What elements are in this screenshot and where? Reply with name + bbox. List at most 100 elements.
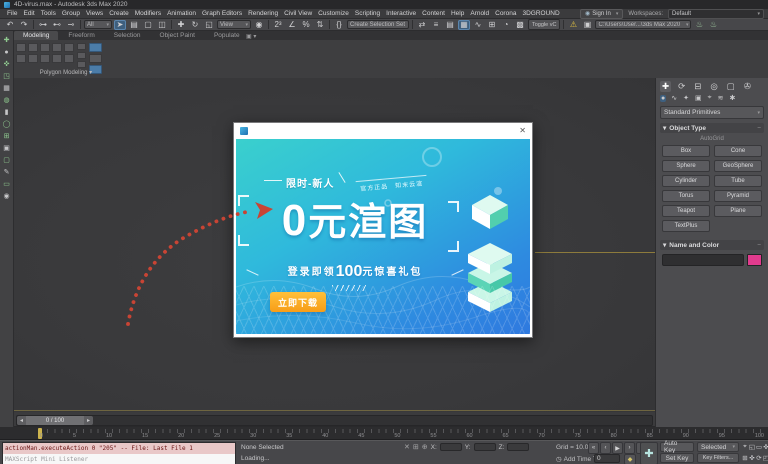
ribbon-button[interactable]	[28, 54, 38, 63]
create-selection-set-input[interactable]: Create Selection Set	[347, 20, 409, 29]
left-toolbar-icon[interactable]: ◉	[3, 192, 9, 201]
left-toolbar-icon[interactable]: ◍	[3, 96, 9, 105]
curve-editor-icon[interactable]: ∿	[472, 20, 484, 30]
command-panel-tab[interactable]: ◎	[708, 81, 719, 92]
viewport-nav-icon[interactable]: ✜	[749, 453, 755, 463]
left-toolbar-icon[interactable]: ▢	[3, 156, 10, 165]
command-panel-tab[interactable]: ⟳	[676, 81, 687, 92]
command-panel-tab[interactable]: ▢	[725, 81, 737, 92]
viewport-nav-icon[interactable]: ◱	[749, 442, 755, 452]
primitive-button[interactable]: TextPlus	[662, 220, 710, 232]
ribbon-button[interactable]	[89, 54, 102, 63]
menu-item[interactable]: Animation	[164, 9, 199, 18]
ribbon-tab[interactable]: Selection	[105, 31, 150, 40]
sign-in-button[interactable]: ◉ Sign In ▾	[580, 9, 623, 19]
ribbon-button[interactable]	[40, 54, 50, 63]
create-category-icon[interactable]: ✱	[728, 94, 736, 102]
left-toolbar-icon[interactable]: ◯	[3, 120, 11, 129]
warning-icon[interactable]: ⚠	[567, 20, 579, 30]
left-toolbar-icon[interactable]: ✎	[4, 168, 10, 177]
menu-item[interactable]: Create	[106, 9, 132, 18]
left-toolbar-icon[interactable]: ▮	[5, 108, 9, 117]
left-toolbar-icon[interactable]: ✜	[4, 60, 10, 69]
angle-snap-icon[interactable]: ∠	[286, 20, 298, 30]
add-key-button[interactable]: ✚	[640, 442, 658, 464]
ribbon-button[interactable]	[52, 43, 62, 52]
primitive-button[interactable]: Plane	[714, 205, 762, 217]
key-mode-icon[interactable]: ◆	[624, 454, 636, 464]
selection-lock-icon[interactable]: ✕	[404, 443, 410, 451]
playback-button[interactable]: «	[588, 442, 599, 454]
polygon-modeling-label[interactable]: Polygon Modeling ▾	[14, 69, 118, 76]
redo-icon[interactable]: ↷	[18, 20, 30, 30]
schematic-view-icon[interactable]: ⊞	[486, 20, 498, 30]
toggle-vc-button[interactable]: Toggle vC	[528, 19, 560, 30]
menu-item[interactable]: File	[4, 9, 20, 18]
primitive-button[interactable]: Cylinder	[662, 175, 710, 187]
project-folder-dropdown[interactable]: C:\Users\User...\3ds Max 2020 ▾	[595, 20, 691, 29]
snaps-toggle-icon[interactable]: 2³	[272, 20, 284, 30]
undo-icon[interactable]: ↶	[4, 20, 16, 30]
maxscript-mini-listener[interactable]: actionMan.executeAction 0 "205" -- File:…	[2, 442, 236, 464]
left-toolbar-icon[interactable]: ◳	[3, 72, 10, 81]
primitive-button[interactable]: Torus	[662, 190, 710, 202]
key-filters-button[interactable]: Key Filters...	[697, 453, 739, 463]
mirror-icon[interactable]: ⇄	[416, 20, 428, 30]
playback-button[interactable]: ‹	[600, 442, 611, 454]
render-iterative-icon[interactable]: ♨	[707, 20, 719, 30]
render-production-icon[interactable]: ♨	[693, 20, 705, 30]
primitive-button[interactable]: Tube	[714, 175, 762, 187]
left-toolbar-icon[interactable]: ✚	[4, 36, 10, 45]
create-category-icon[interactable]: ∿	[670, 94, 678, 102]
absolute-mode-icon[interactable]: ⊕	[422, 443, 428, 451]
menu-item[interactable]: 3DGROUND	[519, 9, 562, 18]
menu-item[interactable]: Corona	[492, 9, 519, 18]
use-pivot-point-icon[interactable]: ◉	[253, 20, 265, 30]
viewport-nav-icon[interactable]: ⌖	[742, 442, 748, 452]
primitives-dropdown[interactable]: Standard Primitives ▾	[660, 106, 764, 119]
viewport-nav-icon[interactable]: ⊞	[742, 453, 748, 463]
menu-item[interactable]: Graph Editors	[199, 9, 245, 18]
viewport-nav-icon[interactable]: ✜	[763, 442, 768, 452]
create-category-icon[interactable]: ≋	[717, 94, 725, 102]
ribbon-button[interactable]	[52, 54, 62, 63]
key-selection-dropdown[interactable]: Selected ▾	[697, 442, 739, 452]
ribbon-button[interactable]	[16, 54, 26, 63]
left-toolbar-icon[interactable]: ▣	[3, 144, 10, 153]
rendered-frame-window-icon[interactable]: ▣	[581, 20, 593, 30]
menu-item[interactable]: Modifiers	[132, 9, 164, 18]
viewport-nav-icon[interactable]: ⟳	[756, 453, 762, 463]
ribbon-tab[interactable]: Freeform	[59, 31, 103, 40]
time-slider-handle[interactable]: 0 / 100	[26, 416, 84, 425]
previous-frame-button[interactable]: ◂	[17, 416, 26, 425]
material-editor-icon[interactable]: ◔	[500, 20, 512, 30]
menu-item[interactable]: Group	[59, 9, 83, 18]
create-category-icon[interactable]: ⌖	[707, 94, 713, 102]
select-by-name-icon[interactable]: ▤	[128, 20, 140, 30]
command-panel-tab[interactable]: ✇	[742, 81, 753, 92]
menu-item[interactable]: Arnold	[467, 9, 492, 18]
menu-item[interactable]: Customize	[315, 9, 352, 18]
ribbon-config-icon[interactable]: ▣ ▾	[246, 33, 256, 40]
y-coordinate-field[interactable]	[474, 443, 496, 451]
layer-explorer-icon[interactable]: ▤	[444, 20, 456, 30]
unlink-selection-icon[interactable]: ⊷	[51, 20, 63, 30]
menu-item[interactable]: Rendering	[245, 9, 281, 18]
primitive-button[interactable]: Cone	[714, 145, 762, 157]
primitive-button[interactable]: GeoSphere	[714, 160, 762, 172]
create-category-icon[interactable]: ✦	[682, 94, 690, 102]
playback-button[interactable]: ›	[624, 442, 635, 454]
select-and-scale-icon[interactable]: ◱	[203, 20, 215, 30]
menu-item[interactable]: Civil View	[281, 9, 315, 18]
command-panel-tab[interactable]: ⊟	[692, 81, 703, 92]
track-bar[interactable]: 0510152025303540455055606570758085909510…	[0, 427, 768, 440]
select-object-icon[interactable]: ➤	[114, 20, 126, 30]
close-icon[interactable]: ✕	[519, 127, 526, 135]
name-color-rollout-header[interactable]: ▾ Name and Color −	[660, 240, 764, 250]
object-type-rollout-header[interactable]: ▾ Object Type −	[660, 123, 764, 133]
left-toolbar-icon[interactable]: ▦	[3, 84, 10, 93]
menu-item[interactable]: Content	[419, 9, 448, 18]
window-crossing-icon[interactable]: ◫	[156, 20, 168, 30]
ribbon-button[interactable]	[77, 61, 86, 68]
primitive-button[interactable]: Pyramid	[714, 190, 762, 202]
